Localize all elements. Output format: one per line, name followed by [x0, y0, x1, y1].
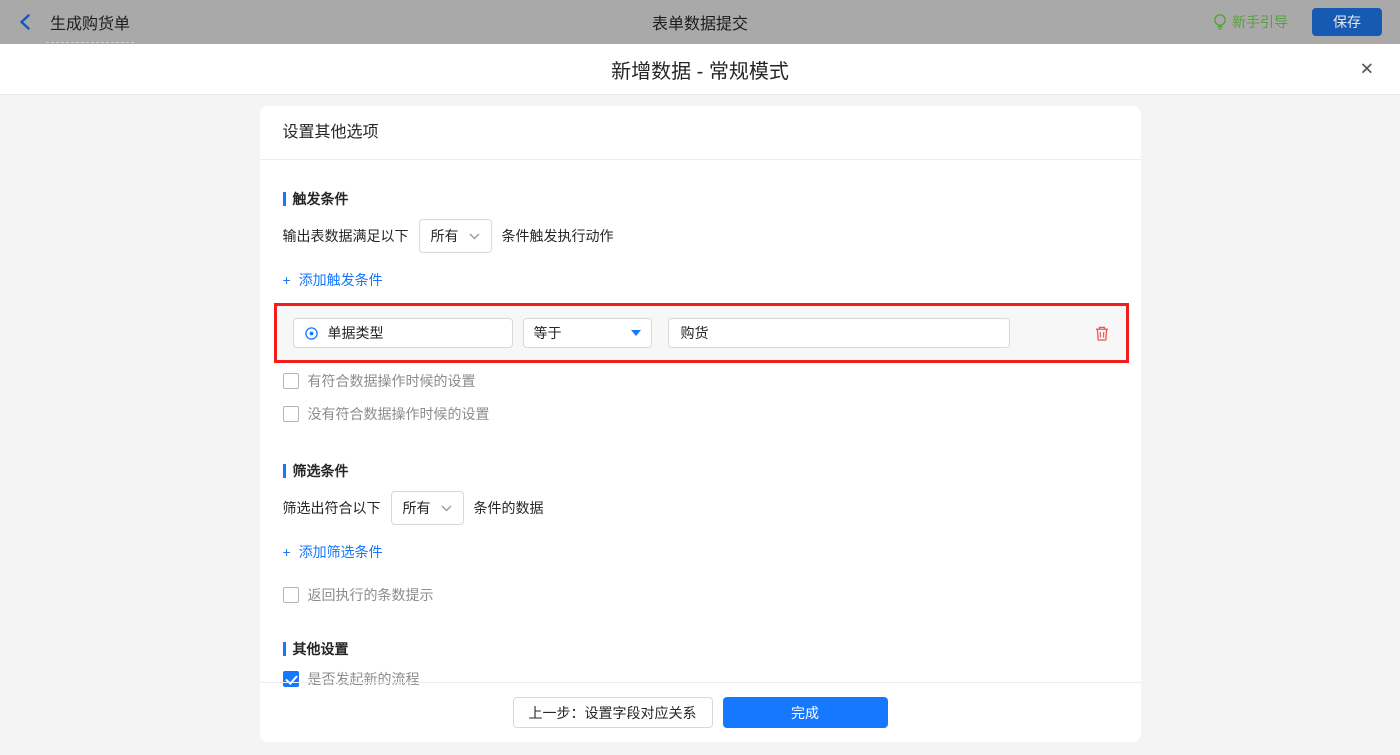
add-trigger-condition-label: 添加触发条件 [299, 270, 383, 290]
dialog-body: 设置其他选项 触发条件 输出表数据满足以下 所有 条件触发执行动作 + 添加触发… [0, 95, 1400, 755]
save-button[interactable]: 保存 [1312, 8, 1382, 36]
prev-step-button[interactable]: 上一步：设置字段对应关系 [513, 697, 713, 728]
section-title-filter: 筛选条件 [283, 461, 1118, 481]
trash-icon [1094, 325, 1110, 342]
option-count-tip-label: 返回执行的条数提示 [308, 585, 434, 605]
beginner-guide-label: 新手引导 [1232, 12, 1288, 32]
option-has-match-row[interactable]: 有符合数据操作时候的设置 [283, 371, 476, 391]
trigger-match-mode-value: 所有 [431, 226, 459, 246]
filter-section-label: 筛选条件 [293, 461, 349, 481]
delete-condition-button[interactable] [1094, 325, 1110, 342]
plus-icon: + [283, 544, 291, 560]
filter-match-mode-value: 所有 [403, 498, 431, 518]
topbar: 生成购货单 表单数据提交 新手引导 保存 [0, 0, 1400, 44]
checkbox-unchecked[interactable] [283, 373, 299, 389]
checkbox-unchecked[interactable] [283, 406, 299, 422]
condition-field-value: 单据类型 [328, 323, 384, 343]
settings-card: 设置其他选项 触发条件 输出表数据满足以下 所有 条件触发执行动作 + 添加触发… [260, 106, 1141, 742]
option-count-tip-row[interactable]: 返回执行的条数提示 [283, 585, 434, 605]
trigger-mode-line: 输出表数据满足以下 所有 条件触发执行动作 [283, 219, 1118, 253]
lightbulb-icon [1213, 13, 1227, 31]
trigger-condition-row: 单据类型 等于 购货 [274, 303, 1129, 363]
dialog-header: 新增数据 - 常规模式 ✕ [0, 44, 1400, 95]
back-chevron-icon[interactable] [18, 14, 32, 30]
chevron-down-icon [469, 233, 480, 240]
option-no-match-row[interactable]: 没有符合数据操作时候的设置 [283, 404, 490, 424]
section-accent-bar [283, 464, 286, 478]
condition-field-select[interactable]: 单据类型 [293, 318, 513, 348]
add-filter-condition-link[interactable]: + 添加筛选条件 [283, 542, 383, 562]
field-target-icon [304, 326, 319, 341]
trigger-prefix-text: 输出表数据满足以下 [283, 226, 409, 246]
condition-value-input[interactable]: 购货 [668, 318, 1010, 348]
other-section-label: 其他设置 [293, 639, 349, 659]
trigger-match-mode-select[interactable]: 所有 [419, 219, 492, 253]
done-button[interactable]: 完成 [723, 697, 888, 728]
card-footer: 上一步：设置字段对应关系 完成 [260, 682, 1141, 742]
section-accent-bar [283, 192, 286, 206]
caret-down-icon [631, 330, 641, 336]
filter-suffix-text: 条件的数据 [474, 498, 544, 518]
section-title-trigger: 触发条件 [283, 189, 1118, 209]
filter-prefix-text: 筛选出符合以下 [283, 498, 381, 518]
card-header: 设置其他选项 [260, 106, 1141, 160]
filter-match-mode-select[interactable]: 所有 [391, 491, 464, 525]
dialog-title: 新增数据 - 常规模式 [611, 55, 789, 84]
back-title: 生成购货单 [48, 10, 132, 34]
trigger-suffix-text: 条件触发执行动作 [502, 226, 614, 246]
plus-icon: + [283, 272, 291, 288]
condition-operator-select[interactable]: 等于 [523, 318, 652, 348]
trigger-section-label: 触发条件 [293, 189, 349, 209]
topbar-title: 表单数据提交 [0, 10, 1400, 34]
chevron-down-icon [441, 505, 452, 512]
checkbox-unchecked[interactable] [283, 587, 299, 603]
section-accent-bar [283, 642, 286, 656]
add-filter-condition-label: 添加筛选条件 [299, 542, 383, 562]
option-has-match-label: 有符合数据操作时候的设置 [308, 371, 476, 391]
section-title-other: 其他设置 [283, 639, 1118, 659]
back-nav[interactable]: 生成购货单 [18, 10, 132, 34]
condition-value-text: 购货 [681, 323, 709, 343]
add-trigger-condition-link[interactable]: + 添加触发条件 [283, 270, 383, 290]
option-no-match-label: 没有符合数据操作时候的设置 [308, 404, 490, 424]
condition-operator-value: 等于 [534, 323, 562, 343]
close-icon[interactable]: ✕ [1360, 61, 1374, 78]
filter-mode-line: 筛选出符合以下 所有 条件的数据 [283, 491, 1118, 525]
beginner-guide-link[interactable]: 新手引导 [1213, 12, 1288, 32]
